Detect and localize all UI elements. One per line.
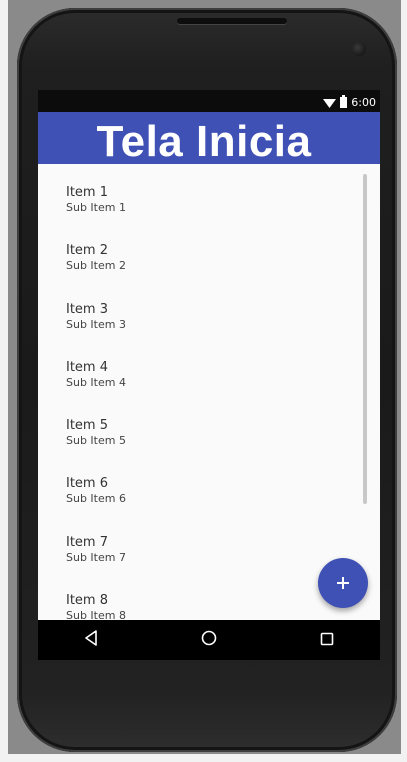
list-item[interactable]: Item 2 Sub Item 2 xyxy=(66,242,126,300)
recents-icon xyxy=(320,631,334,650)
home-button[interactable] xyxy=(199,630,219,650)
list-item[interactable]: Item 7 Sub Item 7 xyxy=(66,534,126,592)
item-subtitle: Sub Item 1 xyxy=(66,201,126,214)
navigation-bar xyxy=(38,620,380,660)
item-subtitle: Sub Item 6 xyxy=(66,492,126,506)
background-bottom xyxy=(0,754,407,762)
back-icon xyxy=(84,630,98,650)
wifi-icon xyxy=(323,93,337,112)
list-item[interactable]: Item 8 Sub Item 8 xyxy=(66,592,126,620)
status-bar: 6:00 xyxy=(38,90,380,112)
list-item[interactable]: Item 1 Sub Item 1 xyxy=(66,184,126,242)
recents-button[interactable] xyxy=(317,630,337,650)
item-title: Item 3 xyxy=(66,301,108,317)
item-subtitle: Sub Item 5 xyxy=(66,434,126,448)
item-subtitle: Sub Item 8 xyxy=(66,609,126,620)
back-button[interactable] xyxy=(81,630,101,650)
item-title: Item 1 xyxy=(66,185,108,200)
scrollbar[interactable] xyxy=(363,174,367,504)
status-time: 6:00 xyxy=(351,96,376,109)
speaker-grille xyxy=(177,18,287,24)
add-button[interactable] xyxy=(318,558,368,608)
item-subtitle: Sub Item 7 xyxy=(66,550,126,564)
item-subtitle: Sub Item 4 xyxy=(66,375,126,389)
plus-icon xyxy=(337,574,349,593)
list-item[interactable]: Item 6 Sub Item 6 xyxy=(66,475,126,533)
home-icon xyxy=(201,630,217,650)
app-bar: Tela Inicia xyxy=(38,112,380,166)
background-left xyxy=(0,0,8,762)
battery-icon xyxy=(340,93,348,112)
list-item[interactable]: Item 5 Sub Item 5 xyxy=(66,417,126,475)
page-title: Tela Inicia xyxy=(96,117,312,166)
item-subtitle: Sub Item 2 xyxy=(66,259,126,273)
list-item[interactable]: Item 4 Sub Item 4 xyxy=(66,359,126,417)
list-item[interactable]: Item 3 Sub Item 3 xyxy=(66,301,126,359)
item-title: Item 7 xyxy=(66,534,108,550)
item-title: Item 2 xyxy=(66,243,108,259)
device-screen: 6:00 Tela Inicia Item 1 Sub Item 1 Item … xyxy=(38,90,380,660)
item-subtitle: Sub Item 3 xyxy=(66,317,126,331)
item-title: Item 8 xyxy=(66,593,108,609)
item-title: Item 6 xyxy=(66,476,108,492)
item-title: Item 5 xyxy=(66,418,108,434)
front-camera xyxy=(352,42,366,56)
background-right xyxy=(401,0,407,762)
item-list: Item 1 Sub Item 1 Item 2 Sub Item 2 Item… xyxy=(66,184,126,620)
list-container[interactable]: Item 1 Sub Item 1 Item 2 Sub Item 2 Item… xyxy=(38,164,380,620)
item-title: Item 4 xyxy=(66,359,108,375)
